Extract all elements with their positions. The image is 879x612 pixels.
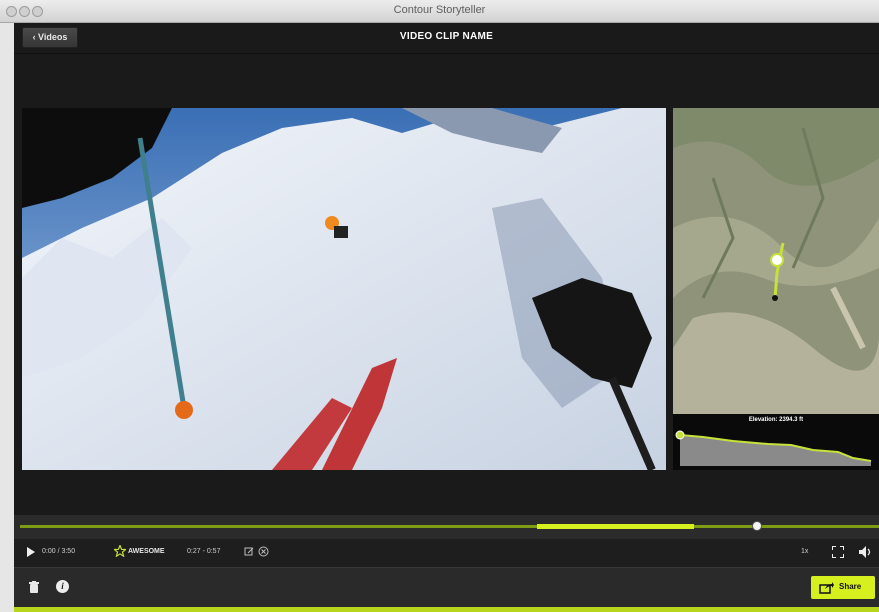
window-left-edge [0, 23, 14, 612]
accent-strip [14, 607, 879, 612]
clip-title: VIDEO CLIP NAME [399, 31, 494, 42]
fullscreen-icon[interactable] [832, 546, 844, 558]
volume-icon[interactable] [859, 546, 873, 558]
terrain-map-image [673, 108, 879, 414]
speed-selector[interactable]: 1x [801, 548, 808, 555]
playhead-handle [752, 521, 762, 531]
timeline-track [20, 521, 879, 531]
share-icon [819, 582, 834, 594]
video-scene-image [22, 108, 666, 470]
share-label: Share [839, 582, 862, 591]
trash-icon[interactable] [29, 581, 39, 593]
play-icon[interactable] [27, 547, 35, 557]
timeline-scrubber[interactable] [14, 515, 879, 539]
elevation-graph [675, 430, 872, 466]
tag-label[interactable]: AWESOME [128, 548, 165, 555]
star-icon[interactable] [114, 545, 126, 557]
time-display: 0:00 / 3:50 [42, 548, 76, 555]
segment-range: 0:27 - 0:57 [187, 548, 221, 555]
app-window: Contour Storyteller ‹ Videos VIDEO CLIP … [0, 0, 879, 612]
gps-map[interactable] [673, 108, 879, 414]
edit-icon[interactable] [244, 547, 254, 557]
bottom-toolbar: i [14, 567, 879, 608]
highlight-segment [537, 524, 694, 529]
window-titlebar: Contour Storyteller [0, 0, 879, 23]
elevation-profile[interactable]: Elevation: 2394.3 ft [673, 414, 879, 470]
video-frame[interactable] [22, 108, 666, 470]
info-icon[interactable]: i [56, 580, 69, 593]
remove-segment-icon[interactable] [258, 546, 269, 557]
playback-controls: 0:00 / 3:50 AWESOME 0:27 - 0:57 1x [14, 539, 879, 567]
window-title: Contour Storyteller [393, 4, 486, 16]
share-button[interactable]: Share [811, 576, 875, 599]
